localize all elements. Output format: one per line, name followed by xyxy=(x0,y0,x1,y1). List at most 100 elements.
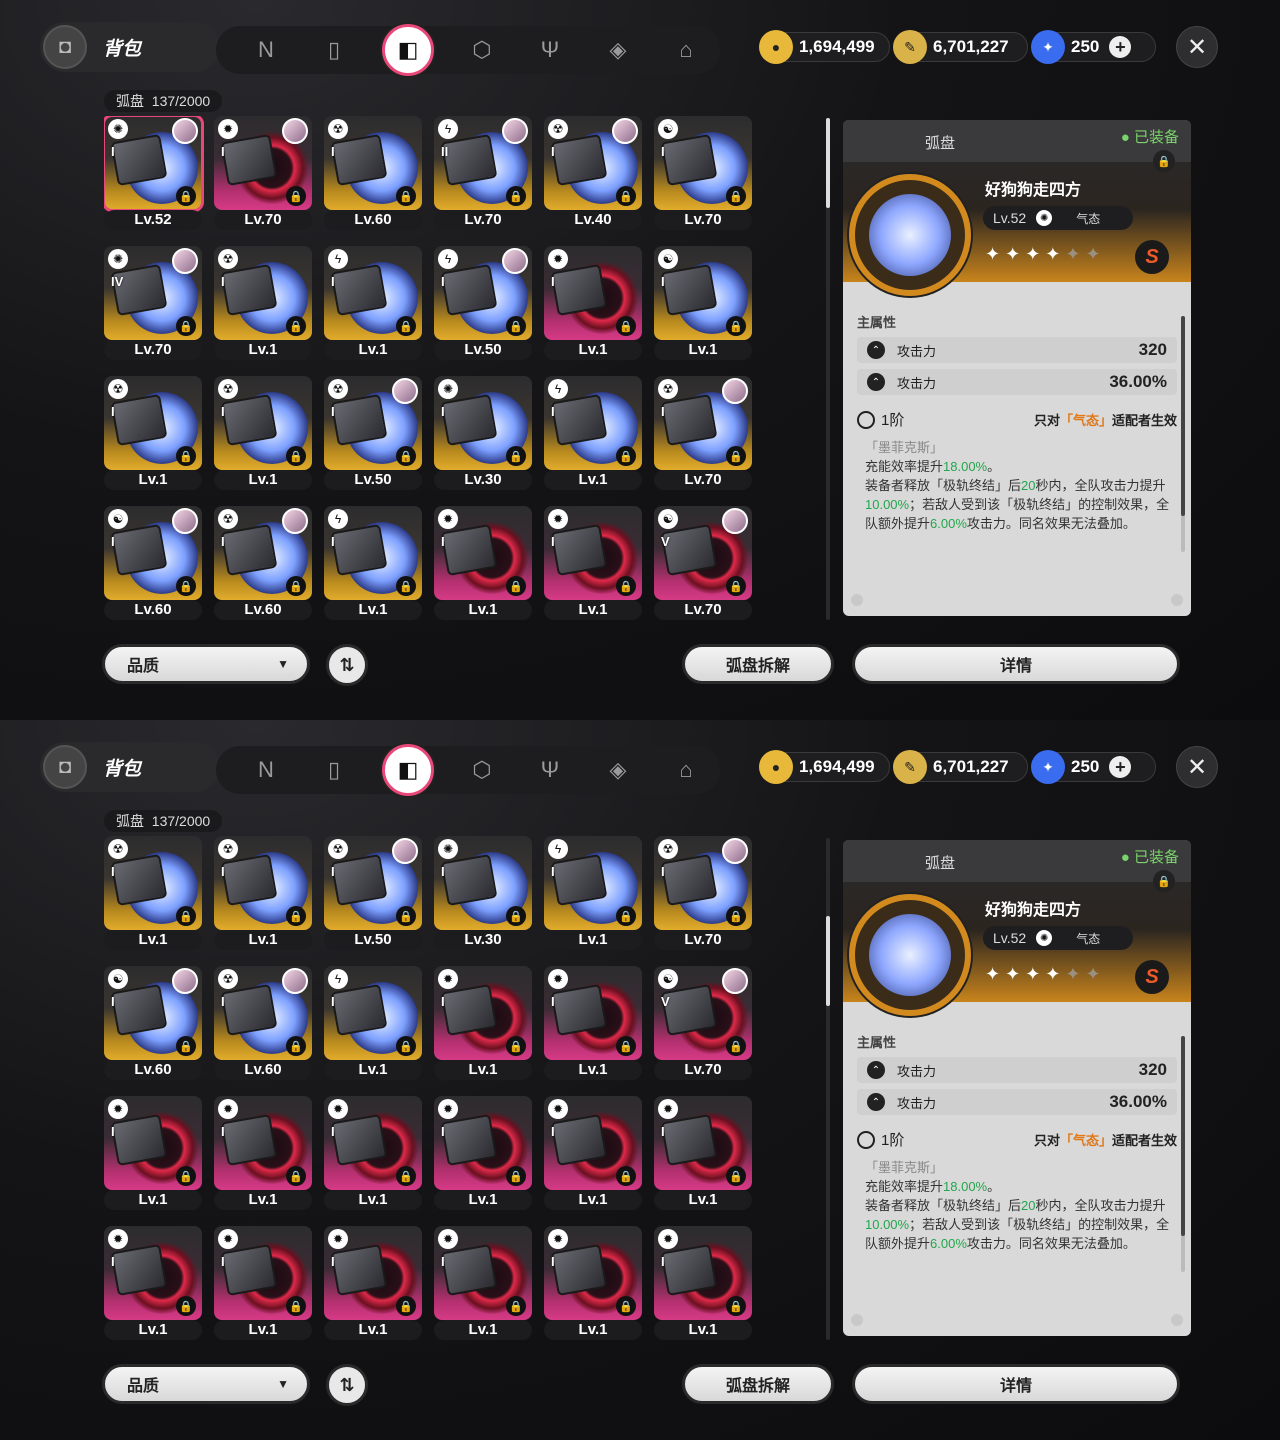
disc-card[interactable]: ✹ I 🔒 Lv.70 xyxy=(214,116,312,230)
lock-icon[interactable]: 🔒 xyxy=(286,906,306,926)
disc-card[interactable]: ✹ I 🔒 Lv.1 xyxy=(544,966,642,1080)
tab-device[interactable]: ▯ xyxy=(314,30,354,70)
disc-card[interactable]: ☢ I 🔒 Lv.1 xyxy=(104,376,202,490)
disc-card[interactable]: ϟ I 🔒 Lv.1 xyxy=(544,836,642,950)
disc-card[interactable]: ☯ V 🔒 Lv.70 xyxy=(654,506,752,620)
lock-icon[interactable]: 🔒 xyxy=(396,1296,416,1316)
backpack-button[interactable]: ◘ 背包 xyxy=(40,22,220,72)
close-button[interactable]: ✕ xyxy=(1176,26,1218,68)
disc-card[interactable]: ✺ IV 🔒 Lv.70 xyxy=(104,246,202,360)
disc-card[interactable]: ✹ I 🔒 Lv.1 xyxy=(434,1226,532,1340)
add-gem-icon[interactable]: + xyxy=(1109,756,1132,778)
lock-icon[interactable]: 🔒 xyxy=(176,576,196,596)
lock-icon[interactable]: 🔒 xyxy=(726,906,746,926)
disc-card[interactable]: ✹ I 🔒 Lv.1 xyxy=(324,1226,422,1340)
add-gem-icon[interactable]: + xyxy=(1109,36,1132,58)
close-button[interactable]: ✕ xyxy=(1176,746,1218,788)
disc-card[interactable]: ϟ I 🔒 Lv.1 xyxy=(324,246,422,360)
dismantle-button[interactable]: 弧盘拆解 xyxy=(682,1364,834,1404)
lock-icon[interactable]: 🔒 xyxy=(506,186,526,206)
disc-card[interactable]: ϟ I 🔒 Lv.1 xyxy=(544,376,642,490)
quality-filter-button[interactable]: 品质 ▼ xyxy=(102,644,310,684)
tab-home[interactable]: ⌂ xyxy=(666,30,706,70)
lock-icon[interactable]: 🔒 xyxy=(616,316,636,336)
tab-home[interactable]: ⌂ xyxy=(666,750,706,790)
disc-grid-viewport[interactable]: ✺I🔒Lv.52✹I🔒Lv.70☢I🔒Lv.60ϟII🔒Lv.70☢I🔒Lv.4… xyxy=(104,836,756,1346)
detail-body[interactable]: 主属性 ⌃ 攻击力 320 ⌃ 攻击力 36.00% 1阶 只对「气态」适配者生效 「墨… xyxy=(843,282,1191,616)
disc-card[interactable]: ϟ I 🔒 Lv.1 xyxy=(324,966,422,1080)
sort-button[interactable]: ⇅ xyxy=(326,1364,368,1406)
tab-food[interactable]: Ψ xyxy=(530,30,570,70)
lock-icon[interactable]: 🔒 xyxy=(506,316,526,336)
detail-lock-icon[interactable]: 🔒 xyxy=(1153,150,1175,172)
lock-icon[interactable]: 🔒 xyxy=(616,446,636,466)
disc-card[interactable]: ☯ I 🔒 Lv.60 xyxy=(104,966,202,1080)
disc-card[interactable]: ☢ I 🔒 Lv.50 xyxy=(324,836,422,950)
tab-material[interactable]: ◈ xyxy=(598,30,638,70)
lock-icon[interactable]: 🔒 xyxy=(286,576,306,596)
tab-material[interactable]: ◈ xyxy=(598,750,638,790)
disc-card[interactable]: ✹ I 🔒 Lv.1 xyxy=(544,246,642,360)
disc-card[interactable]: ☢ I 🔒 Lv.70 xyxy=(654,376,752,490)
disc-card[interactable]: ☯ I 🔒 Lv.70 xyxy=(654,116,752,230)
backpack-button[interactable]: ◘ 背包 xyxy=(40,742,220,792)
disc-card[interactable]: ✹ I 🔒 Lv.1 xyxy=(654,1226,752,1340)
lock-icon[interactable]: 🔒 xyxy=(506,1166,526,1186)
disc-card[interactable]: ✹ I 🔒 Lv.1 xyxy=(214,1226,312,1340)
lock-icon[interactable]: 🔒 xyxy=(506,1296,526,1316)
disc-card[interactable]: ✹ I 🔒 Lv.1 xyxy=(544,506,642,620)
lock-icon[interactable]: 🔒 xyxy=(726,1296,746,1316)
disc-card[interactable]: ☢ I 🔒 Lv.60 xyxy=(214,506,312,620)
disc-card[interactable]: ☢ I 🔒 Lv.50 xyxy=(324,376,422,490)
disc-card[interactable]: ✹ I 🔒 Lv.1 xyxy=(544,1226,642,1340)
lock-icon[interactable]: 🔒 xyxy=(286,1296,306,1316)
lock-icon[interactable]: 🔒 xyxy=(286,1166,306,1186)
sort-button[interactable]: ⇅ xyxy=(326,644,368,686)
details-button[interactable]: 详情 xyxy=(852,1364,1180,1404)
disc-card[interactable]: ☢ I 🔒 Lv.60 xyxy=(214,966,312,1080)
lock-icon[interactable]: 🔒 xyxy=(396,906,416,926)
lock-icon[interactable]: 🔒 xyxy=(396,186,416,206)
tab-n[interactable]: N xyxy=(246,750,286,790)
grid-scrollbar-thumb[interactable] xyxy=(826,916,830,1006)
lock-icon[interactable]: 🔒 xyxy=(506,446,526,466)
disc-card[interactable]: ϟ I 🔒 Lv.50 xyxy=(434,246,532,360)
disc-card[interactable]: ✺ I 🔒 Lv.30 xyxy=(434,376,532,490)
lock-icon[interactable]: 🔒 xyxy=(176,1036,196,1056)
disc-card[interactable]: ✹ I 🔒 Lv.1 xyxy=(434,506,532,620)
lock-icon[interactable]: 🔒 xyxy=(616,576,636,596)
lock-icon[interactable]: 🔒 xyxy=(176,316,196,336)
tab-device[interactable]: ▯ xyxy=(314,750,354,790)
tab-food[interactable]: Ψ xyxy=(530,750,570,790)
detail-scrollbar-thumb[interactable] xyxy=(1181,316,1185,516)
disc-card[interactable]: ☢ I 🔒 Lv.1 xyxy=(214,376,312,490)
disc-card[interactable]: ✹ I 🔒 Lv.1 xyxy=(544,1096,642,1210)
details-button[interactable]: 详情 xyxy=(852,644,1180,684)
disc-card[interactable]: ☢ I 🔒 Lv.60 xyxy=(324,116,422,230)
disc-card[interactable]: ✹ I 🔒 Lv.1 xyxy=(324,1096,422,1210)
lock-icon[interactable]: 🔒 xyxy=(286,316,306,336)
lock-icon[interactable]: 🔒 xyxy=(616,1166,636,1186)
quality-filter-button[interactable]: 品质 ▼ xyxy=(102,1364,310,1404)
disc-card[interactable]: ✹ I 🔒 Lv.1 xyxy=(104,1226,202,1340)
detail-lock-icon[interactable]: 🔒 xyxy=(1153,870,1175,892)
lock-icon[interactable]: 🔒 xyxy=(396,576,416,596)
detail-body[interactable]: 主属性 ⌃ 攻击力 320 ⌃ 攻击力 36.00% 1阶 只对「气态」适配者生效 「墨… xyxy=(843,1002,1191,1336)
disc-card[interactable]: ☯ I 🔒 Lv.60 xyxy=(104,506,202,620)
tab-box[interactable]: ⬡ xyxy=(462,30,502,70)
disc-card[interactable]: ☢ I 🔒 Lv.1 xyxy=(214,246,312,360)
lock-icon[interactable]: 🔒 xyxy=(396,316,416,336)
lock-icon[interactable]: 🔒 xyxy=(616,906,636,926)
disc-card[interactable]: ✹ I 🔒 Lv.1 xyxy=(654,1096,752,1210)
lock-icon[interactable]: 🔒 xyxy=(396,446,416,466)
lock-icon[interactable]: 🔒 xyxy=(286,1036,306,1056)
lock-icon[interactable]: 🔒 xyxy=(726,186,746,206)
lock-icon[interactable]: 🔒 xyxy=(396,1036,416,1056)
lock-icon[interactable]: 🔒 xyxy=(396,1166,416,1186)
tab-n[interactable]: N xyxy=(246,30,286,70)
tab-disc[interactable]: ◧ xyxy=(382,24,434,76)
disc-card[interactable]: ☢ I 🔒 Lv.1 xyxy=(104,836,202,950)
lock-icon[interactable]: 🔒 xyxy=(176,186,196,206)
dismantle-button[interactable]: 弧盘拆解 xyxy=(682,644,834,684)
disc-card[interactable]: ✹ I 🔒 Lv.1 xyxy=(104,1096,202,1210)
